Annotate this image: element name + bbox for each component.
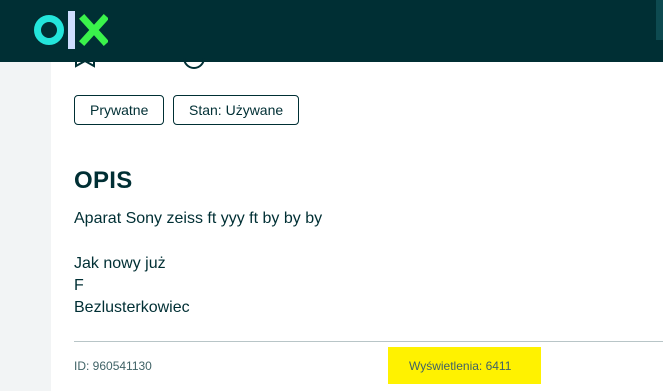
ad-details-card: Prywatne Stan: Używane OPIS Aparat Sony … (51, 56, 663, 391)
description-line: F (74, 277, 84, 294)
star-icon[interactable] (74, 56, 96, 70)
olx-logo[interactable] (34, 10, 108, 50)
footer-divider (74, 341, 663, 342)
description-line: Aparat Sony zeiss ft yyy ft by by by (74, 210, 323, 227)
header-edge (656, 0, 663, 40)
param-tag-seller-type[interactable]: Prywatne (74, 95, 165, 125)
param-tag-condition[interactable]: Stan: Używane (173, 95, 300, 125)
description-title: OPIS (74, 167, 133, 194)
ad-id: ID: 960541130 (74, 359, 152, 373)
description-line: Jak nowy już (74, 255, 166, 272)
top-navbar (0, 0, 663, 62)
description-line: Bezlusterkowiec (74, 299, 190, 316)
share-icon[interactable] (182, 56, 206, 70)
views-count: Wyświetlenia: 6411 (409, 359, 512, 373)
